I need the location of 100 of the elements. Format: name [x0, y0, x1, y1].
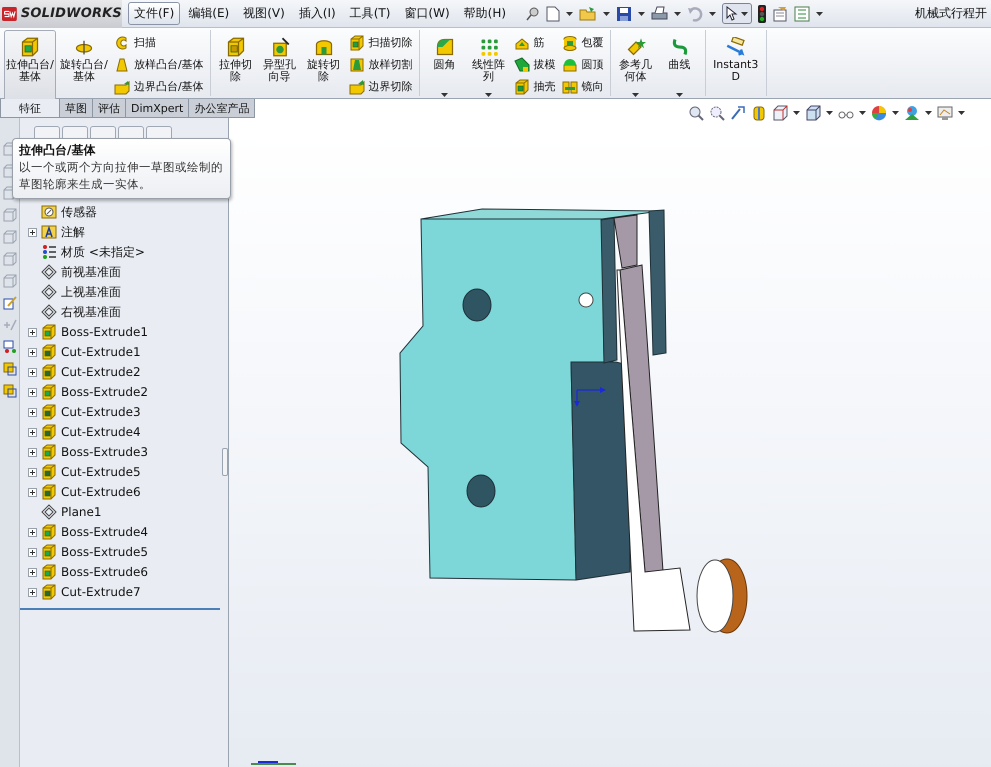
ribbon-button[interactable]: 放样凸台/基体: [112, 54, 206, 75]
tree-item[interactable]: 上视基准面: [20, 282, 220, 302]
options-icon[interactable]: [772, 6, 788, 22]
ribbon-button[interactable]: 线性阵列: [468, 30, 510, 102]
expand-icon[interactable]: [28, 428, 37, 436]
pin-icon[interactable]: [526, 6, 540, 20]
cube-icon: [514, 78, 530, 94]
cube-icon: [41, 324, 57, 340]
expand-icon[interactable]: [28, 448, 37, 456]
ribbon-button[interactable]: 边界切除: [346, 76, 415, 97]
tree-item[interactable]: Cut-Extrude1: [20, 342, 220, 362]
tab[interactable]: DimXpert: [125, 99, 190, 118]
ribbon-button[interactable]: 抽壳: [512, 76, 558, 97]
ribbon-button[interactable]: Instant3D: [710, 30, 762, 102]
sketch-icon[interactable]: [2, 296, 16, 310]
mirror-icon: [562, 78, 578, 94]
new-document-icon[interactable]: [546, 6, 560, 22]
caret-icon: [826, 111, 833, 115]
cube-icon: [41, 384, 57, 400]
select-button[interactable]: [722, 3, 752, 24]
expand-icon[interactable]: [28, 348, 37, 356]
tab[interactable]: 评估: [92, 99, 126, 118]
print-icon[interactable]: [651, 6, 668, 22]
menu-item[interactable]: 编辑(E): [182, 2, 236, 25]
view-settings-icon[interactable]: [937, 105, 953, 121]
expand-icon[interactable]: [28, 488, 37, 496]
zoom-fit-icon[interactable]: [688, 105, 704, 121]
dome-icon: [562, 56, 578, 72]
ruler-arrow-icon: [726, 37, 746, 57]
tree-item[interactable]: 前视基准面: [20, 262, 220, 282]
tree-item[interactable]: 传感器: [20, 202, 220, 222]
ribbon-button[interactable]: 参考几何体: [614, 30, 657, 102]
caret-icon: [638, 12, 646, 16]
scene-icon[interactable]: [904, 105, 920, 121]
menu-item[interactable]: 视图(V): [237, 2, 291, 25]
expand-icon[interactable]: [28, 388, 37, 396]
tab[interactable]: 办公室产品: [188, 99, 256, 118]
expand-icon[interactable]: [28, 368, 37, 376]
section-view-icon[interactable]: [751, 105, 767, 121]
ribbon-button[interactable]: 圆顶: [560, 54, 606, 75]
properties-icon[interactable]: [794, 6, 810, 22]
ribbon-button[interactable]: 曲线: [658, 30, 701, 102]
expand-icon[interactable]: [28, 468, 37, 476]
tree-item[interactable]: Boss-Extrude2: [20, 382, 220, 402]
tree-item[interactable]: Boss-Extrude3: [20, 442, 220, 462]
traffic-light-icon[interactable]: [758, 4, 766, 22]
menu-item[interactable]: 工具(T): [344, 2, 396, 25]
expand-icon[interactable]: [28, 328, 37, 336]
menu-item[interactable]: 插入(I): [292, 2, 342, 25]
tree-item[interactable]: Boss-Extrude1: [20, 322, 220, 342]
tree-item[interactable]: Cut-Extrude6: [20, 482, 220, 502]
instance-icon[interactable]: [2, 362, 16, 376]
tree-item[interactable]: Cut-Extrude2: [20, 362, 220, 382]
collapse-handle[interactable]: [222, 448, 228, 476]
zoom-area-icon[interactable]: [709, 105, 725, 121]
ribbon-button[interactable]: 拔模: [512, 54, 558, 75]
appearance-icon[interactable]: [871, 105, 887, 121]
display-style-icon[interactable]: [805, 105, 821, 121]
tree-item[interactable]: Boss-Extrude5: [20, 542, 220, 562]
caret-icon: [441, 93, 448, 97]
ribbon-button[interactable]: 拉伸凸台/基体: [4, 30, 56, 102]
tree-item[interactable]: Cut-Extrude5: [20, 462, 220, 482]
previous-view-icon[interactable]: [730, 105, 746, 121]
expand-icon[interactable]: [28, 228, 37, 236]
expand-icon[interactable]: [28, 548, 37, 556]
expand-icon[interactable]: [28, 588, 37, 596]
tree-item[interactable]: Boss-Extrude6: [20, 562, 220, 582]
cube-icon: [41, 464, 57, 480]
tree-item[interactable]: Cut-Extrude3: [20, 402, 220, 422]
menu-item[interactable]: 帮助(H): [458, 2, 512, 25]
tree-item[interactable]: 右视基准面: [20, 302, 220, 322]
ribbon-button[interactable]: 放样切割: [346, 54, 415, 75]
tree-item[interactable]: Cut-Extrude7: [20, 582, 220, 602]
tree-item[interactable]: Plane1: [20, 502, 220, 522]
ribbon-button[interactable]: 镜向: [560, 76, 606, 97]
ribbon-button[interactable]: 扫描切除: [346, 32, 415, 53]
fillet-icon: [434, 37, 455, 57]
menu-item[interactable]: 窗口(W): [398, 2, 456, 25]
tree-item[interactable]: Cut-Extrude4: [20, 422, 220, 442]
ribbon-button[interactable]: 扫描: [112, 32, 206, 53]
open-folder-icon[interactable]: [579, 6, 598, 22]
plane-icon: [41, 264, 57, 280]
ribbon-button[interactable]: 包覆: [560, 32, 606, 53]
ribbon-button[interactable]: 筋: [512, 32, 558, 53]
instance-icon[interactable]: [2, 384, 16, 398]
view-orientation-icon[interactable]: [772, 105, 788, 121]
save-icon[interactable]: [616, 6, 632, 22]
expand-icon[interactable]: [28, 568, 37, 576]
expand-icon[interactable]: [28, 528, 37, 536]
tree-item[interactable]: Boss-Extrude4: [20, 522, 220, 542]
ribbon-button[interactable]: 边界凸台/基体: [112, 76, 206, 97]
tree-item[interactable]: 材质 <未指定>: [20, 242, 220, 262]
caret-icon: [793, 111, 800, 115]
ribbon-button[interactable]: 旋转凸台/基体: [58, 30, 110, 102]
expand-icon[interactable]: [28, 408, 37, 416]
tab[interactable]: 特征: [0, 99, 60, 118]
menu-item[interactable]: 文件(F): [128, 2, 180, 25]
tab[interactable]: 草图: [59, 99, 93, 118]
move-icon[interactable]: [2, 340, 16, 354]
tree-item[interactable]: 注解: [20, 222, 220, 242]
